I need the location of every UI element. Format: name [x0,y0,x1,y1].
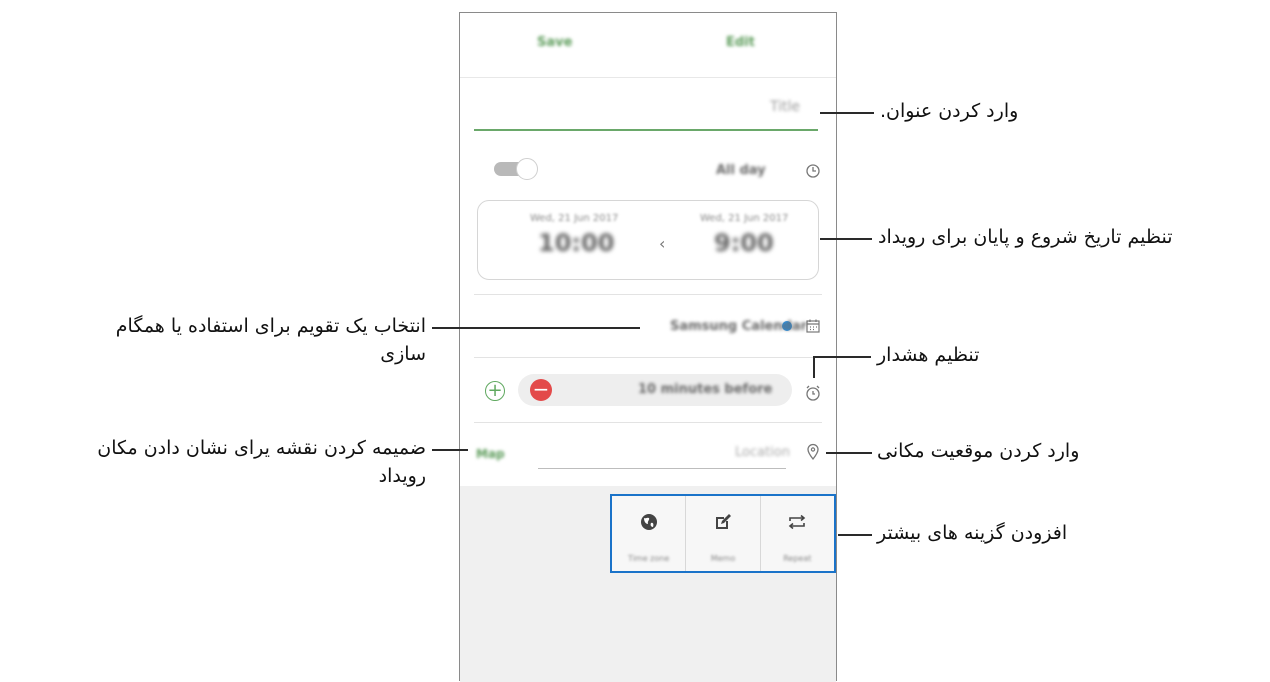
location-pin-icon [807,443,819,461]
map-button[interactable]: Map [476,447,505,461]
more-options-callout: افزودن گزینه های بیشتر [877,522,1068,544]
add-alarm-button[interactable]: + [485,381,505,401]
divider [474,294,822,295]
location-underline [538,468,786,469]
alarm-pill[interactable]: − 10 minutes before [518,374,792,406]
end-date-small: Wed, 21 Jun 2017 [530,213,619,224]
title-placeholder: Title [769,99,800,115]
alarm-label: 10 minutes before [638,382,773,397]
calendar-leader-line [432,327,640,329]
timezone-label: Time zone [628,554,670,563]
repeat-icon [789,514,806,530]
alarm-clock-icon [806,385,820,401]
location-placeholder[interactable]: Location [735,445,790,460]
alarm-callout: تنظیم هشدار [877,344,980,366]
start-time[interactable]: 9:00 [714,229,774,257]
alarm-leader-vertical [813,356,815,378]
save-button[interactable]: Save [537,35,572,50]
map-callout-line2: رویداد [378,465,426,487]
edit-button[interactable]: Edit [726,35,755,50]
globe-icon [640,514,657,530]
title-underline [474,129,818,131]
title-field[interactable]: Title [474,77,818,131]
app-topbar: Save Edit [460,13,836,78]
calendar-icon [806,319,820,333]
phone-screen: Save Edit Title All day Wed, 21 Jun 2017… [459,12,837,682]
title-callout: وارد کردن عنوان. [880,100,1019,122]
more-leader-line [838,534,872,536]
start-date-small: Wed, 21 Jun 2017 [700,213,789,224]
more-options-box: Time zone Memo Repeat [610,494,836,573]
map-leader-line [432,449,468,451]
clock-icon [806,164,820,178]
end-time[interactable]: 10:00 [538,229,614,257]
calendar-label[interactable]: Samsung Calendar [670,319,807,334]
repeat-option[interactable]: Repeat [761,496,834,571]
map-callout-line1: ضمیمه کردن نقشه یرای نشان دادن مکان [97,437,426,459]
memo-option[interactable]: Memo [686,496,761,571]
date-leader-line [820,238,872,240]
memo-label: Memo [710,554,736,563]
title-leader-line [820,112,874,114]
date-range-box[interactable]: Wed, 21 Jun 2017 10:00 ‹ Wed, 21 Jun 201… [477,200,819,280]
note-icon [715,514,731,529]
alarm-leader-line [813,356,871,358]
all-day-toggle[interactable] [494,158,540,180]
remove-alarm-button[interactable]: − [530,379,552,401]
calendar-callout-line1: انتخاب یک تقویم برای استفاده یا همگام [115,315,426,337]
date-callout: تنظیم تاریخ شروع و پایان برای رویداد [878,226,1173,248]
location-callout: وارد کردن موقعیت مکانی [877,440,1080,462]
all-day-label: All day [716,163,766,178]
timezone-option[interactable]: Time zone [612,496,687,571]
location-leader-line [826,452,872,454]
repeat-label: Repeat [783,554,812,563]
divider [474,357,822,358]
chevron-left-icon: ‹ [659,234,666,253]
divider [474,422,822,423]
calendar-callout-line2: سازی [380,343,426,365]
